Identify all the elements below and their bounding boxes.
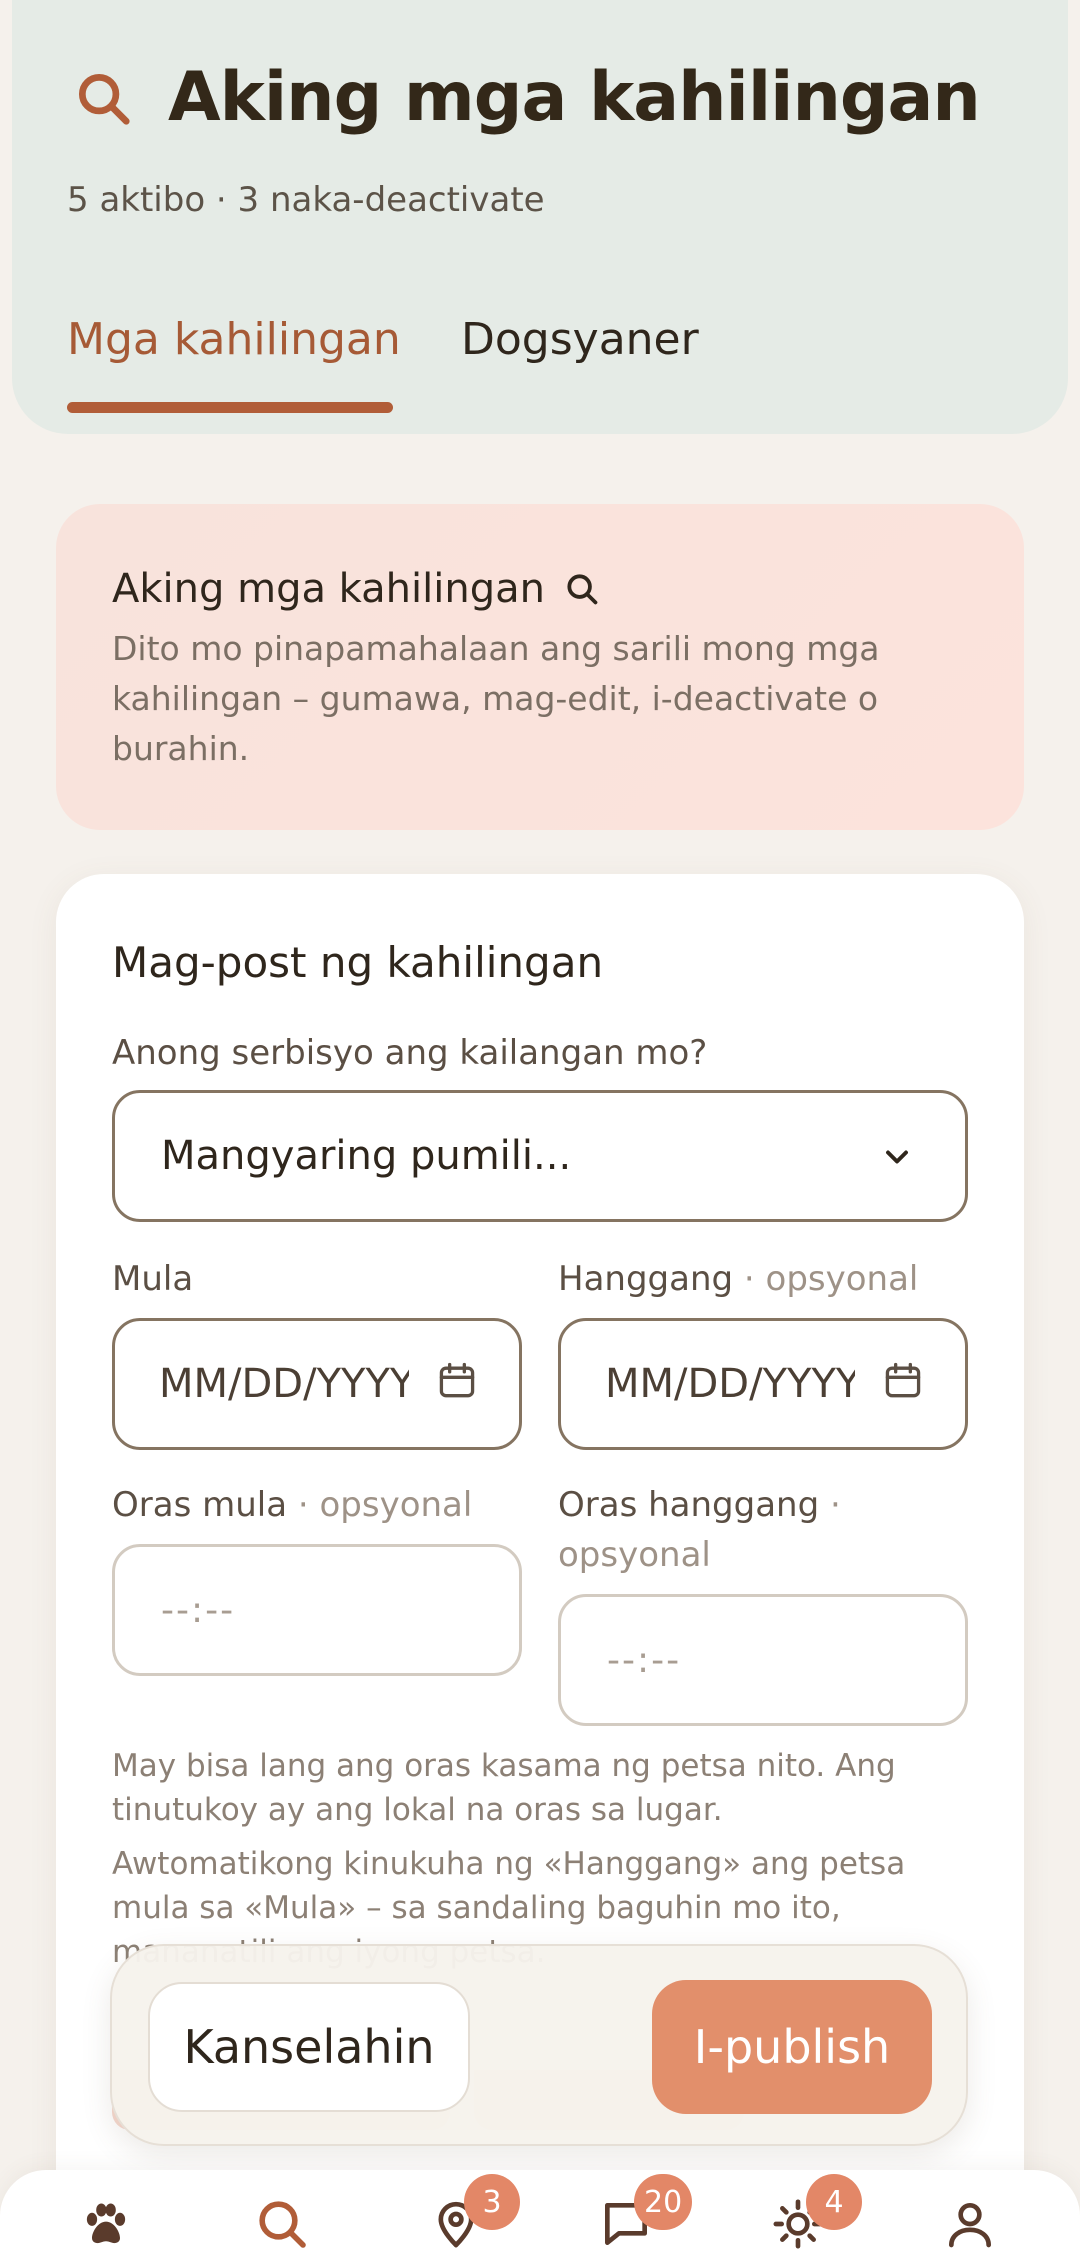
form-title: Mag-post ng kahilingan xyxy=(112,938,604,987)
search-icon xyxy=(78,73,130,125)
time-from-label-text: Oras mula xyxy=(112,1485,288,1525)
page-title: Aking mga kahilingan xyxy=(168,58,981,137)
page-header: Aking mga kahilingan 5 aktibo · 3 naka-d… xyxy=(12,0,1068,434)
notification-badge: 20 xyxy=(634,2174,693,2230)
from-date-input[interactable]: MM/DD/YYYY xyxy=(112,1318,522,1450)
tab-dog-sitters[interactable]: Dogsyaner xyxy=(461,314,699,365)
tab-requests[interactable]: Mga kahilingan xyxy=(67,314,401,365)
time-from-label: Oras mula · opsyonal xyxy=(112,1480,472,1530)
calendar-icon[interactable] xyxy=(881,1359,925,1403)
header-title-row: Aking mga kahilingan xyxy=(72,58,981,137)
info-card-title-row: Aking mga kahilingan xyxy=(112,566,601,612)
nav-item-activity[interactable]: 4 xyxy=(770,2174,862,2260)
cancel-button[interactable]: Kanselahin xyxy=(148,1982,470,2112)
from-date-label: Mula xyxy=(112,1254,193,1304)
time-to-placeholder: --:-- xyxy=(607,1639,682,1681)
publish-button[interactable]: I-publish xyxy=(652,1980,932,2114)
from-date-label-text: Mula xyxy=(112,1259,194,1299)
to-date-label: Hanggang · opsyonal xyxy=(558,1254,918,1304)
service-select-value: Mangyaring pumili... xyxy=(161,1133,572,1179)
chevron-down-icon xyxy=(886,1150,908,1164)
service-select[interactable]: Mangyaring pumili... xyxy=(112,1090,968,1222)
form-action-bar: Kanselahin I-publish xyxy=(110,1944,968,2146)
notification-badge: 4 xyxy=(806,2174,862,2230)
to-date-label-text: Hanggang xyxy=(558,1259,734,1299)
time-from-placeholder: --:-- xyxy=(161,1589,236,1631)
service-label: Anong serbisyo ang kailangan mo? xyxy=(112,1033,708,1073)
nav-item-search[interactable] xyxy=(254,2196,318,2260)
time-to-input[interactable]: --:-- xyxy=(558,1594,968,1726)
nav-item-map[interactable]: 3 xyxy=(428,2174,520,2260)
time-from-input[interactable]: --:-- xyxy=(112,1544,522,1676)
notification-badge: 3 xyxy=(464,2174,520,2230)
optional-tag: · opsyonal xyxy=(743,1259,919,1299)
time-validity-note: May bisa lang ang oras kasama ng petsa n… xyxy=(112,1748,896,1828)
optional-tag: · opsyonal xyxy=(297,1485,473,1525)
paw-icon xyxy=(86,2203,126,2244)
request-count-summary: 5 aktibo · 3 naka-deactivate xyxy=(67,180,545,220)
time-to-label: Oras hanggang · opsyonal xyxy=(558,1480,938,1580)
to-date-input[interactable]: MM/DD/YYYY xyxy=(558,1318,968,1450)
info-card-title: Aking mga kahilingan xyxy=(112,566,545,612)
bottom-nav: 3 20 4 xyxy=(0,2170,1080,2268)
info-card: Aking mga kahilingan Dito mo pinapamahal… xyxy=(56,504,1024,830)
active-tab-indicator xyxy=(67,402,393,413)
nav-item-home[interactable] xyxy=(78,2196,142,2260)
to-date-placeholder: MM/DD/YYYY xyxy=(605,1361,855,1407)
search-icon xyxy=(567,574,598,605)
info-card-description: Dito mo pinapamahalaan ang sarili mong m… xyxy=(112,629,880,768)
search-icon xyxy=(259,2201,306,2248)
time-to-label-text: Oras hanggang xyxy=(558,1485,820,1525)
nav-item-messages[interactable]: 20 xyxy=(598,2174,693,2260)
calendar-icon[interactable] xyxy=(435,1359,479,1403)
nav-item-profile[interactable] xyxy=(942,2196,1006,2260)
from-date-placeholder: MM/DD/YYYY xyxy=(159,1361,409,1407)
user-icon xyxy=(949,2203,991,2248)
